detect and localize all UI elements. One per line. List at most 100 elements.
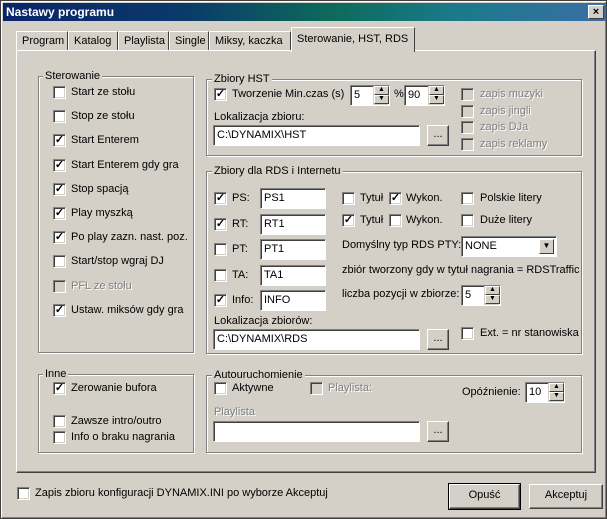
rds-pt-checkbox[interactable] (214, 243, 227, 256)
hst-zapis-checkbox (461, 104, 474, 118)
spin-up-icon[interactable]: ▲ (374, 86, 389, 95)
rds-ext-checkbox[interactable] (461, 327, 474, 340)
auto-title: Autouruchomienie (212, 369, 305, 381)
sterowanie-stop-ze-stolu-checkbox[interactable] (53, 110, 66, 124)
auto-opoznienie-spinner[interactable]: ▲ ▼ (548, 383, 564, 402)
hst-zapis-label: zapis jingli (480, 104, 531, 117)
auto-opoznienie-label: Opóźnienie: (462, 386, 521, 398)
rds-info-input[interactable]: INFO (260, 290, 326, 311)
rds-wykon2-checkbox[interactable] (389, 214, 402, 227)
hst-percent-spinner[interactable]: ▲ ▼ (428, 86, 444, 105)
rds-ps-input[interactable]: PS1 (260, 188, 326, 209)
rds-duze-checkbox[interactable] (461, 214, 474, 227)
rds-browse-button[interactable]: ... (427, 329, 449, 350)
sterowanie-po-play-label: Po play zazn. nast. poz. (71, 231, 188, 244)
hst-title: Zbiory HST (212, 73, 272, 85)
tab-program[interactable]: Program (16, 31, 68, 51)
title-bar[interactable]: Nastawy programu × (3, 3, 606, 21)
footer-zapis-label: Zapis zbioru konfiguracji DYNAMIX.INI po… (35, 487, 328, 499)
sterowanie-start-stop-dj-label: Start/stop wgraj DJ (71, 255, 164, 268)
sterowanie-stop-spacja-checkbox[interactable]: ✓ (53, 182, 66, 196)
auto-playlista-checkbox (310, 382, 323, 395)
sterowanie-po-play-checkbox[interactable]: ✓ (53, 231, 66, 245)
rds-liczba-spinner[interactable]: ▲ ▼ (484, 286, 500, 305)
rds-pt-label: PT: (232, 243, 248, 255)
chevron-down-icon[interactable]: ▼ (539, 239, 554, 254)
hst-zapis-checkbox (461, 88, 474, 101)
rds-rt-checkbox[interactable]: ✓ (214, 217, 227, 231)
hst-lokalizacja-input[interactable]: C:\DYNAMIX\HST (213, 125, 420, 146)
rds-ps-checkbox[interactable]: ✓ (214, 192, 227, 205)
hst-percent-label: % (394, 88, 404, 100)
sterowanie-pfl-ze-stolu-checkbox (53, 279, 66, 293)
rds-tytul2-checkbox[interactable]: ✓ (342, 214, 355, 227)
sterowanie-start-enterem-gdy-gra-checkbox[interactable]: ✓ (53, 158, 66, 172)
hst-tworzenie-checkbox[interactable]: ✓ (214, 88, 227, 101)
tab-playlista[interactable]: Playlista (118, 31, 169, 51)
hst-lokalizacja-label: Lokalizacja zbioru: (214, 111, 305, 123)
tab-katalog[interactable]: Katalog (68, 31, 118, 51)
inne-info-braku-checkbox[interactable] (53, 431, 66, 444)
cancel-button[interactable]: Opuść (448, 483, 521, 510)
close-button[interactable]: × (588, 5, 604, 19)
rds-pt-input[interactable]: PT1 (260, 239, 326, 260)
hst-zapis-label: zapis DJa (480, 121, 529, 133)
rds-duze-label: Duże litery (480, 214, 532, 226)
auto-playlista-input[interactable] (213, 421, 420, 442)
sterowanie-ustaw-miksow-label: Ustaw. miksów gdy gra (71, 303, 184, 316)
tab-sterowanie[interactable]: Sterowanie, HST, RDS (291, 27, 415, 52)
spin-down-icon[interactable]: ▼ (549, 392, 564, 401)
spin-up-icon[interactable]: ▲ (549, 383, 564, 392)
spin-down-icon[interactable]: ▼ (485, 295, 500, 304)
hst-minczas-label: Min.czas (s) (285, 88, 345, 100)
rds-rt-label: RT: (232, 217, 249, 230)
sterowanie-start-ze-stolu-label: Start ze stołu (71, 86, 136, 98)
spin-up-icon[interactable]: ▲ (429, 86, 444, 95)
rds-ta-input[interactable]: TA1 (260, 264, 326, 286)
hst-zapis-label: zapis muzyki (480, 88, 543, 100)
window-title: Nastawy programu (6, 5, 115, 19)
tab-single[interactable]: Single (169, 31, 209, 51)
rds-lokalizacja-label: Lokalizacja zbiorów: (214, 315, 313, 327)
hst-zapis-checkbox (461, 121, 474, 134)
hst-tworzenie-label: Tworzenie (232, 88, 283, 100)
rds-polskie-label: Polskie litery (480, 192, 542, 204)
rds-info-checkbox[interactable]: ✓ (214, 294, 227, 307)
auto-aktywne-checkbox[interactable] (214, 382, 227, 395)
rds-wykon1-checkbox[interactable]: ✓ (389, 192, 402, 205)
spin-down-icon[interactable]: ▼ (374, 95, 389, 104)
sterowanie-start-stop-dj-checkbox[interactable] (53, 255, 66, 269)
rds-tytul1-checkbox[interactable] (342, 192, 355, 205)
rds-ext-label: Ext. = nr stanowiska (480, 327, 579, 339)
accept-button[interactable]: Akceptuj (529, 484, 603, 509)
rds-wykon1-label: Wykon. (406, 192, 443, 204)
spin-up-icon[interactable]: ▲ (485, 286, 500, 295)
inne-zawsze-intro-label: Zawsze intro/outro (71, 415, 162, 427)
rds-tytul1-label: Tytuł (360, 192, 384, 204)
hst-browse-button[interactable]: ... (427, 125, 449, 146)
spin-down-icon[interactable]: ▼ (429, 95, 444, 104)
inne-zerowanie-bufora-checkbox[interactable]: ✓ (53, 382, 66, 395)
rds-liczba-label: liczba pozycji w zbiorze: (342, 288, 460, 300)
sterowanie-start-ze-stolu-checkbox[interactable] (53, 86, 66, 99)
hst-minczas-spinner[interactable]: ▲ ▼ (373, 86, 389, 105)
rds-polskie-checkbox[interactable] (461, 192, 474, 205)
sterowanie-ustaw-miksow-checkbox[interactable]: ✓ (53, 303, 66, 317)
sterowanie-play-myszka-checkbox[interactable]: ✓ (53, 207, 66, 220)
rds-info-label: Info: (232, 294, 254, 306)
auto-browse-button[interactable]: ... (427, 421, 449, 442)
rds-pty-value: NONE (465, 240, 497, 252)
footer-zapis-checkbox[interactable] (17, 487, 30, 500)
rds-pty-label: Domyślny typ RDS PTY: (342, 239, 462, 251)
sterowanie-start-enterem-checkbox[interactable]: ✓ (53, 134, 66, 148)
sterowanie-stop-ze-stolu-label: Stop ze stołu (71, 110, 135, 123)
rds-ps-label: PS: (232, 192, 250, 204)
rds-ta-checkbox[interactable] (214, 268, 227, 282)
auto-playlista-cb-label: Playlista: (328, 382, 373, 394)
inne-zawsze-intro-checkbox[interactable] (53, 415, 66, 428)
rds-rt-input[interactable]: RT1 (260, 213, 326, 235)
tab-miksy[interactable]: Miksy, kaczka (209, 31, 291, 51)
rds-lokalizacja-input[interactable]: C:\DYNAMIX\RDS (213, 329, 420, 350)
rds-tytul2-label: Tytuł (360, 214, 384, 226)
rds-pty-select[interactable]: NONE ▼ (461, 236, 557, 257)
